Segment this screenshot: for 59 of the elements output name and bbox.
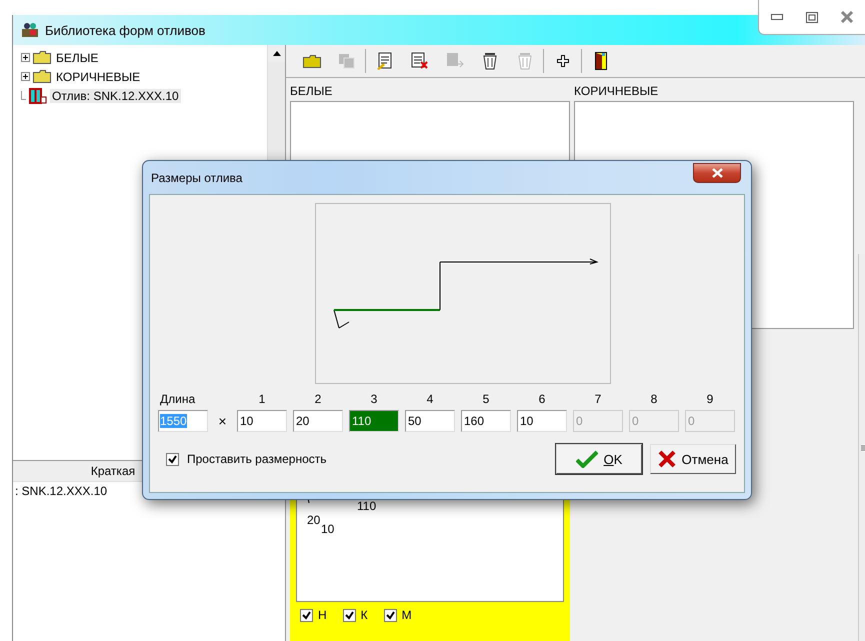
field-label: 3 bbox=[370, 392, 378, 406]
window-title: Библиотека форм отливов bbox=[45, 22, 206, 38]
segment-field[interactable]: 50 bbox=[405, 410, 455, 432]
field-label: Длина bbox=[159, 392, 196, 406]
segment-field[interactable]: 20 bbox=[293, 410, 343, 432]
ok-button[interactable]: OK bbox=[556, 444, 642, 474]
segment-field[interactable]: 160 bbox=[461, 410, 511, 432]
multiply-sign: × bbox=[217, 413, 228, 429]
checkbox[interactable] bbox=[166, 452, 179, 466]
document-edit-icon[interactable] bbox=[376, 52, 394, 70]
close-button[interactable] bbox=[693, 163, 741, 183]
field-label: 5 bbox=[482, 392, 490, 406]
checkbox[interactable] bbox=[384, 608, 397, 622]
segment-field[interactable]: 10 bbox=[517, 410, 567, 432]
tree-item[interactable]: БЕЛЫЕ bbox=[54, 50, 100, 64]
scroll-up-button[interactable] bbox=[268, 45, 285, 62]
dialog-title: Размеры отлива bbox=[151, 170, 242, 184]
checkbox-label: К bbox=[360, 608, 368, 622]
door-icon[interactable] bbox=[594, 52, 606, 70]
folder-icon bbox=[33, 51, 51, 64]
cancel-button[interactable]: Отмена bbox=[650, 444, 736, 474]
expand-icon[interactable] bbox=[21, 53, 30, 62]
dimension-label: 10 bbox=[321, 522, 334, 536]
bucket-icon[interactable] bbox=[482, 52, 498, 70]
profile-arrow bbox=[586, 258, 598, 264]
expand-icon[interactable] bbox=[21, 72, 30, 81]
checkbox-label: М bbox=[402, 608, 412, 622]
field-label: 8 bbox=[650, 392, 658, 406]
dimension-label: 20 bbox=[307, 513, 320, 527]
minimize-icon bbox=[770, 14, 783, 20]
tree-branch-line bbox=[21, 91, 26, 100]
window-frame-icon bbox=[29, 88, 47, 104]
cross-icon bbox=[658, 450, 676, 468]
dimension-label: 110 bbox=[357, 499, 376, 513]
tree-item[interactable]: Отлив: SNK.12.XXX.10 bbox=[50, 88, 181, 102]
document-delete-icon[interactable] bbox=[410, 52, 428, 70]
tree-item[interactable]: КОРИЧНЕВЫЕ bbox=[54, 70, 142, 84]
close-icon bbox=[710, 168, 724, 178]
checkbox[interactable] bbox=[300, 608, 313, 622]
field-label: 7 bbox=[594, 392, 602, 406]
checkbox[interactable] bbox=[342, 608, 356, 622]
segment-field[interactable]: 110 bbox=[349, 410, 399, 432]
folder-icon bbox=[33, 70, 51, 83]
panel-title: КОРИЧНЕВЫЕ bbox=[574, 84, 660, 98]
field-label: 2 bbox=[314, 392, 322, 406]
checkbox-label: Н bbox=[318, 608, 327, 622]
folder-icon[interactable] bbox=[302, 54, 320, 68]
close-icon bbox=[840, 11, 854, 23]
plus-icon[interactable] bbox=[556, 55, 568, 67]
segment-field[interactable]: 10 bbox=[237, 410, 287, 432]
restore-icon bbox=[806, 12, 818, 22]
field-label: 1 bbox=[258, 392, 266, 406]
app-icon bbox=[21, 22, 39, 38]
field-label: 6 bbox=[538, 392, 546, 406]
up-arrow-icon bbox=[272, 51, 280, 56]
field-label: 4 bbox=[426, 392, 434, 406]
panel-title: БЕЛЫЕ bbox=[290, 84, 334, 98]
field-label: 9 bbox=[706, 392, 714, 406]
checkmark-icon bbox=[576, 450, 598, 468]
